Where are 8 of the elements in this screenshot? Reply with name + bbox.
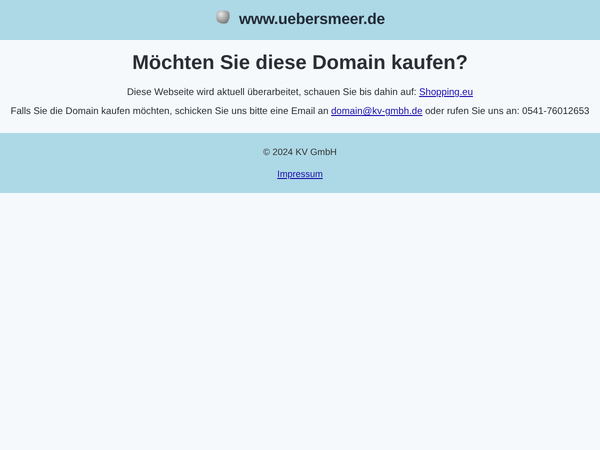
info-text: Falls Sie die Domain kaufen möchten, schicken Sie uns bitte eine Email an domain@kv-gmbh.de oder rufen Sie uns an: 0541-76012653 (10, 106, 590, 117)
info-text: Diese Webseite wird aktuell überarbeitet, schauen Sie bis dahin auf: Shopping.eu (126, 87, 474, 98)
impressum-link[interactable]: Impressum (277, 169, 323, 179)
site-name: www.uebersmeer.de (239, 11, 385, 29)
text-link[interactable]: Shopping.eu (419, 87, 473, 98)
text-link[interactable]: domain@kv-gmbh.de (331, 106, 422, 117)
page-heading: Möchten Sie diese Domain kaufen? (132, 52, 468, 75)
copyright-text: © 2024 KV GmbH (263, 147, 337, 157)
